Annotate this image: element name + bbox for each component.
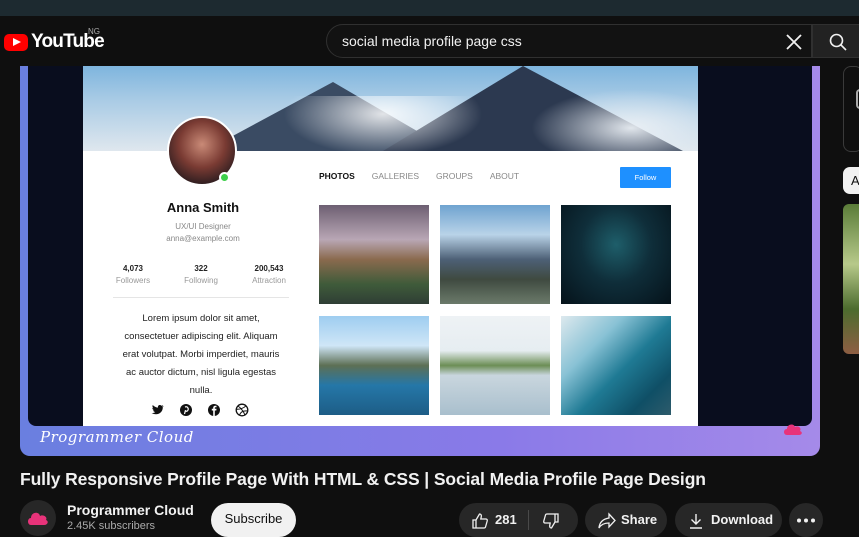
gallery-photo [319, 205, 429, 304]
thumbs-down-icon [543, 513, 559, 529]
channel-logo-icon [28, 512, 48, 525]
profile-bio: Lorem ipsum dolor sit amet, consectetuer… [122, 313, 280, 396]
filter-chip-all[interactable]: A [843, 167, 859, 194]
more-icon [797, 518, 815, 523]
youtube-play-icon [4, 33, 28, 51]
channel-subscriber-count: 2.45K subscribers [67, 520, 156, 532]
social-links [151, 403, 249, 417]
country-code: NG [88, 27, 100, 36]
profile-card-preview: Anna Smith UX/UI Designer anna@example.c… [83, 66, 698, 426]
channel-name[interactable]: Programmer Cloud [67, 502, 194, 518]
dislike-button[interactable] [529, 503, 578, 537]
recommended-video-thumbnail[interactable] [843, 204, 859, 354]
masthead: YouTube NG social media profile page css [0, 16, 859, 66]
follow-button: Follow [620, 167, 671, 188]
subscribe-button[interactable]: Subscribe [211, 503, 296, 537]
search-icon [829, 33, 847, 51]
video-title: Fully Responsive Profile Page With HTML … [20, 469, 706, 489]
online-status-dot [219, 172, 230, 183]
like-button[interactable]: 281 [459, 503, 528, 537]
facebook-icon [208, 404, 220, 416]
tab-photos: PHOTOS [319, 171, 355, 181]
download-button[interactable]: Download [675, 503, 782, 537]
stat-attraction: 200,543 Attraction [252, 264, 286, 285]
like-dislike-group: 281 [459, 503, 578, 537]
profile-divider [113, 297, 289, 298]
download-icon [690, 514, 702, 529]
browser-top-strip [0, 0, 859, 16]
search-query-text: social media profile page css [342, 33, 522, 49]
profile-name: Anna Smith [166, 200, 240, 215]
gallery-photo [319, 316, 429, 415]
search-input[interactable]: social media profile page css [326, 24, 812, 58]
share-icon [598, 512, 616, 529]
tab-about: ABOUT [489, 171, 520, 181]
pinterest-icon [180, 404, 192, 416]
profile-tabs: PHOTOS GALLERIES GROUPS ABOUT [319, 171, 519, 181]
tab-groups: GROUPS [436, 171, 473, 181]
gallery-photo [440, 205, 550, 304]
gallery-photo [440, 316, 550, 415]
profile-email: anna@example.com [166, 234, 240, 243]
stat-followers: 4,073 Followers [115, 264, 151, 285]
stat-following: 322 Following [184, 264, 218, 285]
twitter-icon [151, 405, 164, 415]
dribbble-icon [235, 403, 249, 417]
channel-watermark: Programmer Cloud [40, 428, 194, 446]
profile-role: UX/UI Designer [175, 222, 231, 231]
youtube-logo[interactable]: YouTube NG [4, 27, 105, 53]
channel-cloud-icon [784, 424, 802, 435]
video-frame: Anna Smith UX/UI Designer anna@example.c… [28, 66, 812, 426]
search-button[interactable] [812, 24, 859, 58]
video-player[interactable]: Anna Smith UX/UI Designer anna@example.c… [20, 66, 820, 456]
share-button[interactable]: Share [585, 503, 667, 537]
clear-search-icon[interactable] [783, 31, 805, 53]
more-actions-button[interactable] [789, 503, 823, 537]
gallery-photo [561, 205, 671, 304]
tab-galleries: GALLERIES [371, 171, 419, 181]
channel-avatar[interactable] [20, 500, 56, 536]
thumbs-up-icon [472, 513, 488, 529]
gallery-photo [561, 316, 671, 415]
sidebar-panel[interactable] [843, 66, 859, 152]
